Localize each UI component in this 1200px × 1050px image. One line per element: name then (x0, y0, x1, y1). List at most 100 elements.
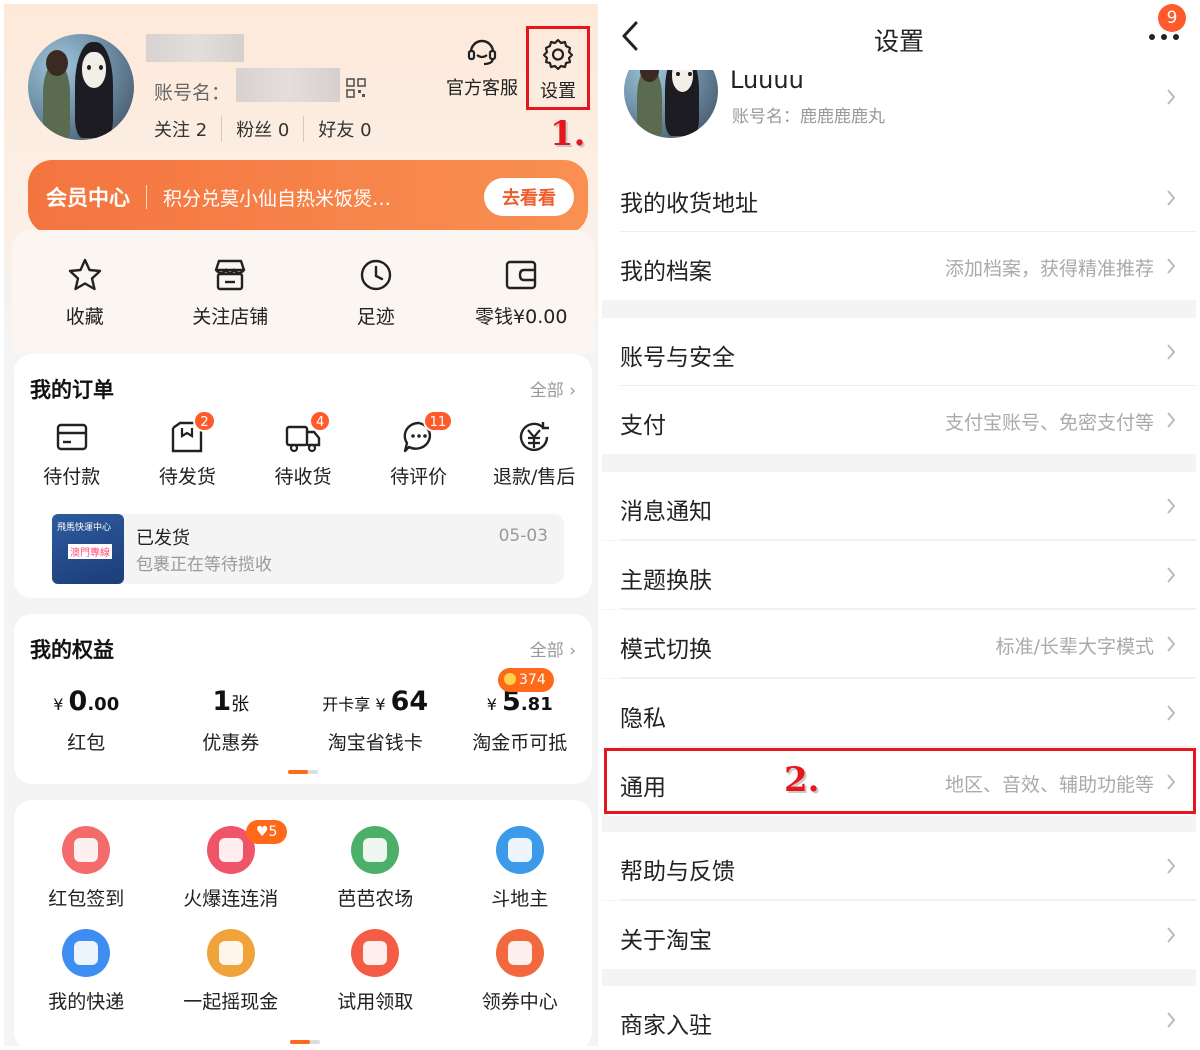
order-pending-receipt[interactable]: 待收货 4 (251, 410, 355, 489)
order-pending-payment[interactable]: 待付款 (20, 418, 124, 489)
app-trial[interactable]: 试用领取 (303, 929, 448, 1014)
app-my-express[interactable]: 我的快递 (14, 929, 159, 1014)
chevron-right-icon (1167, 258, 1176, 274)
following-count[interactable]: 关注 2 (154, 116, 221, 142)
my-orders-card: 我的订单 全部 › 待付款 待发货 2 待收货 4 待评价 11 退款/售后 飛… (14, 354, 592, 598)
followed-stores-link[interactable]: 关注店铺 (160, 256, 300, 329)
followed-stores-label: 关注店铺 (192, 305, 269, 328)
footprints-link[interactable]: 足迹 (306, 256, 446, 329)
benefit-prefix: ¥ (53, 695, 69, 714)
shipment-description: 包裹正在等待揽收 (136, 555, 272, 575)
clock-icon (360, 259, 391, 290)
app-doudizhu[interactable]: 斗地主 (448, 826, 593, 911)
shipment-thumbnail: 飛馬快運中心 澳門專線 (52, 514, 124, 584)
member-center-banner[interactable]: 会员中心 积分兑莫小仙自热米饭煲… 去看看 (28, 160, 588, 234)
row-label: 帮助与反馈 (620, 859, 735, 885)
coin-count: 374 (519, 672, 546, 688)
followers-count[interactable]: 粉丝 0 (221, 116, 303, 142)
chevron-right-icon (1167, 705, 1176, 721)
account-name-blurred (236, 68, 340, 102)
row-account-security[interactable]: 账号与安全 (602, 318, 1196, 386)
member-go-button[interactable]: 去看看 (484, 178, 574, 216)
headset-icon (467, 39, 497, 66)
notification-badge: 9 (1158, 4, 1186, 32)
order-pending-shipment[interactable]: 待发货 2 (135, 410, 239, 489)
card-game-icon (495, 826, 544, 874)
row-privacy[interactable]: 隐私 (602, 679, 1196, 747)
red-packet-benefit[interactable]: ¥ 0.00 红包 (20, 686, 152, 755)
avatar-figure-girl (42, 50, 71, 138)
row-label: 我的收货地址 (620, 191, 758, 217)
shipment-notice[interactable]: 飛馬快運中心 澳門專線 已发货 包裹正在等待揽收 05-03 (52, 514, 564, 584)
row-my-profile[interactable]: 我的档案 添加档案，获得精准推荐 (602, 232, 1196, 300)
app-baba-farm[interactable]: 芭芭农场 (303, 826, 448, 911)
app-label: 我的快递 (48, 991, 125, 1013)
row-about-taobao[interactable]: 关于淘宝 (602, 901, 1196, 969)
star-icon (68, 258, 101, 290)
benefit-prefix: ¥ (486, 695, 503, 714)
settings-button[interactable]: 设置 (526, 26, 590, 110)
orders-view-all[interactable]: 全部 › (530, 376, 576, 401)
account-name-label: 账号名： (154, 82, 231, 104)
app-label: 斗地主 (491, 888, 549, 910)
coupon-benefit[interactable]: 1张 优惠券 (165, 686, 297, 755)
username-blurred (146, 34, 244, 62)
trial-icon (351, 929, 400, 977)
app-shake-cash[interactable]: 一起摇现金 (159, 929, 304, 1014)
row-shipping-address[interactable]: 我的收货地址 (602, 164, 1196, 232)
app-label: 芭芭农场 (337, 888, 414, 910)
row-themes[interactable]: 主题换肤 (602, 541, 1196, 609)
wallet-label: 零钱¥0.00 (475, 305, 568, 328)
benefit-prefix: 开卡享 ¥ (322, 695, 391, 714)
row-help-feedback[interactable]: 帮助与反馈 (602, 832, 1196, 900)
chevron-right-icon (1167, 344, 1176, 360)
app-label: 红包签到 (48, 888, 125, 910)
avatar[interactable] (28, 34, 134, 140)
row-payment[interactable]: 支付 支付宝账号、免密支付等 (602, 386, 1196, 454)
row-value: 标准/长辈大字模式 (995, 636, 1154, 658)
app-red-packet-checkin[interactable]: 红包签到 (14, 826, 159, 911)
gear-icon (542, 38, 574, 71)
order-pending-review[interactable]: 待评价 11 (367, 410, 471, 489)
shipment-status: 已发货 (136, 528, 190, 549)
red-packet-icon (62, 826, 111, 874)
orders-title: 我的订单 (30, 378, 114, 402)
benefit-label: 淘宝省钱卡 (327, 732, 423, 754)
divider (620, 746, 1196, 747)
step-2-annotation: 2. (784, 760, 820, 800)
customer-service-button[interactable]: 官方客服 (442, 34, 522, 100)
benefits-row: ¥ 0.00 红包 1张 优惠券 开卡享 ¥ 64 淘宝省钱卡 ¥ 5.81 淘… (14, 686, 592, 755)
benefit-small: .81 (520, 694, 553, 715)
row-mode-switch[interactable]: 模式切换 标准/长辈大字模式 (602, 610, 1196, 678)
favorites-label: 收藏 (65, 305, 104, 328)
qr-code-icon[interactable] (346, 78, 366, 98)
store-icon (215, 259, 246, 290)
chevron-right-icon (1167, 190, 1176, 206)
benefit-big: 64 (390, 686, 429, 717)
benefit-big: 0 (68, 686, 88, 717)
wallet-link[interactable]: 零钱¥0.00 (451, 256, 591, 329)
refund-icon (519, 422, 550, 452)
profile-row[interactable]: Luuuu 账号名：鹿鹿鹿鹿丸 (602, 70, 1196, 164)
savings-card-benefit[interactable]: 开卡享 ¥ 64 淘宝省钱卡 (309, 686, 441, 755)
benefits-view-all[interactable]: 全部 › (530, 636, 576, 661)
favorites-link[interactable]: 收藏 (15, 256, 155, 329)
chevron-right-icon (1167, 927, 1176, 943)
row-merchant-join[interactable]: 商家入驻 (602, 986, 1196, 1046)
avatar-figure-girl (637, 70, 662, 137)
thumb-text: 飛馬快運中心 (57, 523, 112, 533)
coin-count-badge: 374 (498, 668, 554, 692)
app-coupon-center[interactable]: 领券中心 (448, 929, 593, 1014)
row-notifications[interactable]: 消息通知 (602, 472, 1196, 540)
chevron-right-icon (1167, 1012, 1176, 1028)
friends-count[interactable]: 好友 0 (303, 116, 385, 142)
app-label: 试用领取 (337, 991, 414, 1013)
benefit-value: 1张 (165, 686, 297, 722)
benefit-value: 开卡享 ¥ 64 (309, 686, 441, 722)
chevron-right-icon (1167, 636, 1176, 652)
row-label: 账号与安全 (620, 345, 735, 371)
mini-apps-card: 红包签到 火爆连连消 芭芭农场 斗地主 我的快递 一起摇现金 试用领取 领券中心 (14, 800, 592, 1046)
heart-badge: ♥5 (246, 820, 288, 844)
order-refund[interactable]: 退款/售后 (482, 418, 586, 489)
gold-coin-benefit[interactable]: ¥ 5.81 淘金币可抵 (454, 686, 586, 755)
